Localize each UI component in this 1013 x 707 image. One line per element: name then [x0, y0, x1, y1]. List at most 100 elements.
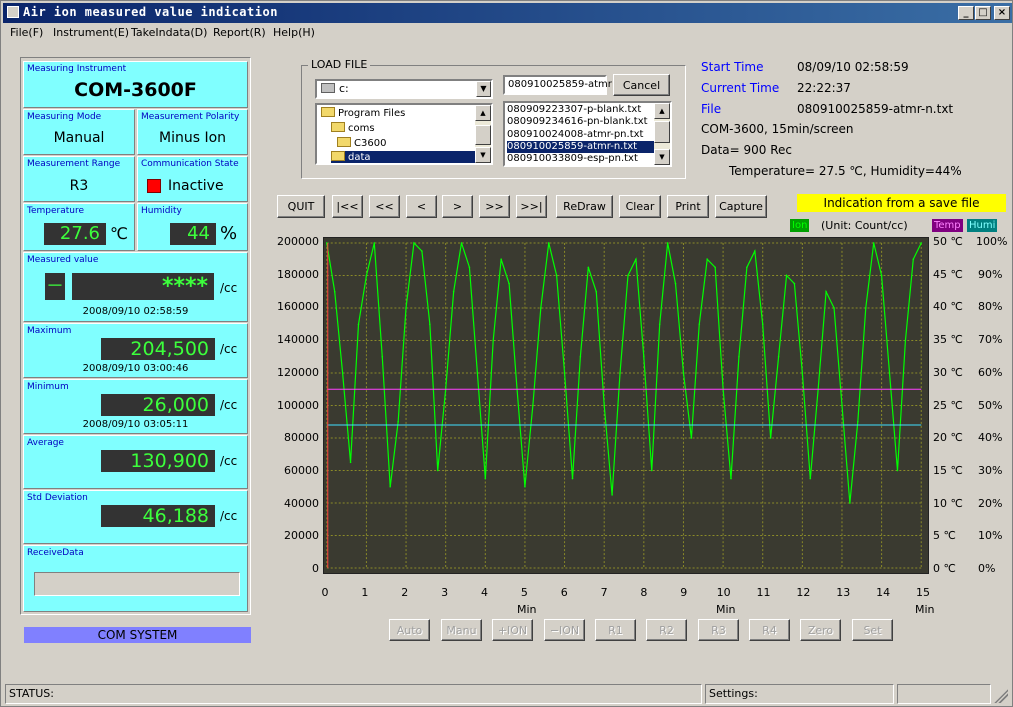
folder-open-icon	[321, 107, 335, 117]
page-forward-button[interactable]: >>	[479, 195, 510, 218]
first-button[interactable]: |<<	[332, 195, 363, 218]
temp-tick-label: 20 ℃	[933, 431, 963, 445]
clear-button[interactable]: Clear	[619, 195, 661, 218]
ion-point	[793, 282, 796, 285]
env-line: Temperature= 27.5 ℃, Humidity=44%	[729, 164, 962, 178]
humidity-cell: Humidity 44 %	[137, 203, 248, 251]
scroll-up-icon[interactable]: ▲	[654, 103, 670, 119]
measured-time: 2008/09/10 02:58:59	[82, 306, 189, 317]
scroll-down-icon[interactable]: ▼	[475, 147, 491, 163]
folder-item[interactable]: coms	[331, 122, 475, 134]
status-field: STATUS:	[5, 684, 702, 704]
scroll-down-icon[interactable]: ▼	[654, 149, 670, 165]
ion-point	[801, 372, 804, 374]
auto-button[interactable]: Auto	[389, 619, 430, 641]
x-tick-label: 14	[876, 586, 891, 599]
r1-button[interactable]: R1	[595, 619, 636, 641]
set-button[interactable]: Set	[852, 619, 893, 641]
y-tick-label: 120000	[277, 365, 319, 379]
y-tick-label: 200000	[277, 235, 319, 248]
plus-ion-button[interactable]: +ION	[492, 619, 533, 641]
filename-input[interactable]: 080910025859-atmr	[503, 75, 612, 95]
y-tick-label: 40000	[284, 496, 319, 510]
x-tick-label: 5	[520, 586, 528, 599]
drive-icon	[321, 83, 335, 93]
ion-point	[595, 290, 598, 293]
menu-instrument[interactable]: Instrument(E)	[53, 26, 129, 39]
scroll-up-icon[interactable]: ▲	[475, 105, 491, 121]
file-item[interactable]: 080909223307-p-blank.txt	[507, 104, 654, 116]
ion-point	[579, 355, 582, 358]
file-item[interactable]: 080909234616-pn-blank.txt	[507, 116, 654, 128]
file-scrollbar[interactable]: ▲ ▼	[654, 103, 670, 165]
filename-value: 080910025859-atmr	[508, 79, 612, 90]
file-item[interactable]: 080910024008-atmr-pn.txt	[507, 129, 654, 141]
print-button[interactable]: Print	[667, 195, 709, 218]
x-tick-label: 15	[916, 586, 930, 599]
maximize-button[interactable]: □	[975, 6, 991, 20]
folder-scrollbar[interactable]: ▲ ▼	[475, 105, 491, 163]
folder-item[interactable]: Program Files	[321, 107, 475, 119]
menu-takeindata[interactable]: TakeIndata(D)	[131, 26, 207, 39]
manu-button[interactable]: Manu	[441, 619, 482, 641]
ion-point	[476, 372, 479, 374]
file-item[interactable]: 080910033809-esp-pn.txt	[507, 153, 654, 165]
cancel-button[interactable]: Cancel	[613, 74, 670, 96]
menu-report[interactable]: Report(R)	[213, 26, 266, 39]
ion-point	[547, 242, 550, 244]
step-back-button[interactable]: <	[406, 195, 437, 218]
menu-help[interactable]: Help(H)	[273, 26, 315, 39]
step-forward-button[interactable]: >	[442, 195, 473, 218]
x-axis-title-mid: Min	[716, 603, 736, 616]
menu-file[interactable]: File(F)	[10, 26, 43, 39]
close-button[interactable]: ×	[994, 6, 1010, 20]
resize-grip-icon[interactable]	[994, 689, 1008, 703]
last-button[interactable]: >>|	[516, 195, 547, 218]
redraw-button[interactable]: ReDraw	[556, 195, 613, 218]
ion-point	[841, 404, 843, 407]
minimize-button[interactable]: _	[958, 6, 974, 20]
title-bar[interactable]: Air ion measured value indication _ □ ×	[3, 3, 1012, 23]
page-back-button[interactable]: <<	[369, 195, 400, 218]
folder-list[interactable]: Program Files coms C3600 data ▲ ▼	[315, 103, 493, 165]
ion-point	[888, 372, 891, 374]
humi-tick-label: 10%	[978, 529, 1003, 543]
ion-point	[650, 469, 653, 472]
ion-point	[571, 477, 574, 480]
ion-point	[698, 323, 701, 326]
folder-item-selected[interactable]: data	[331, 151, 475, 163]
ion-point	[706, 258, 709, 261]
capture-button[interactable]: Capture	[715, 195, 767, 218]
zero-button[interactable]: Zero	[800, 619, 841, 641]
stddev-value: 46,188	[101, 505, 215, 527]
r2-button[interactable]: R2	[646, 619, 687, 641]
file-value: 080910025859-atmr-n.txt	[797, 102, 954, 116]
x-tick-label: 12	[796, 586, 811, 599]
r3-button[interactable]: R3	[698, 619, 739, 641]
minus-ion-button[interactable]: −ION	[544, 619, 585, 641]
quit-button[interactable]: QUIT	[277, 195, 325, 218]
receive-field	[34, 572, 240, 596]
receive-cell: ReceiveData	[23, 545, 248, 612]
ion-point	[833, 307, 835, 309]
mode-value: Manual	[53, 130, 105, 146]
legend-ion: Ion	[790, 219, 810, 232]
file-list[interactable]: 080909223307-p-blank.txt 080909234616-pn…	[503, 101, 672, 167]
file-item-selected[interactable]: 080910025859-atmr-n.txt	[507, 141, 654, 153]
maximum-time: 2008/09/10 03:00:46	[82, 363, 189, 374]
folder-item[interactable]: C3600	[337, 137, 475, 149]
temperature-value: 27.6	[44, 223, 106, 245]
x-tick-label: 13	[836, 586, 851, 599]
r4-button[interactable]: R4	[749, 619, 790, 641]
ion-point	[912, 258, 915, 261]
ion-point	[777, 355, 780, 358]
scroll-thumb[interactable]	[654, 121, 670, 143]
data-line: Data= 900 Rec	[701, 143, 793, 157]
temp-tick-label: 10 ℃	[933, 496, 963, 510]
drive-dropdown-arrow-icon[interactable]: ▼	[476, 81, 491, 97]
humi-tick-label: 40%	[978, 431, 1003, 445]
drive-select[interactable]: c: ▼	[315, 79, 493, 99]
comm-indicator	[147, 179, 161, 193]
ion-point	[421, 250, 423, 252]
scroll-thumb[interactable]	[475, 125, 491, 145]
